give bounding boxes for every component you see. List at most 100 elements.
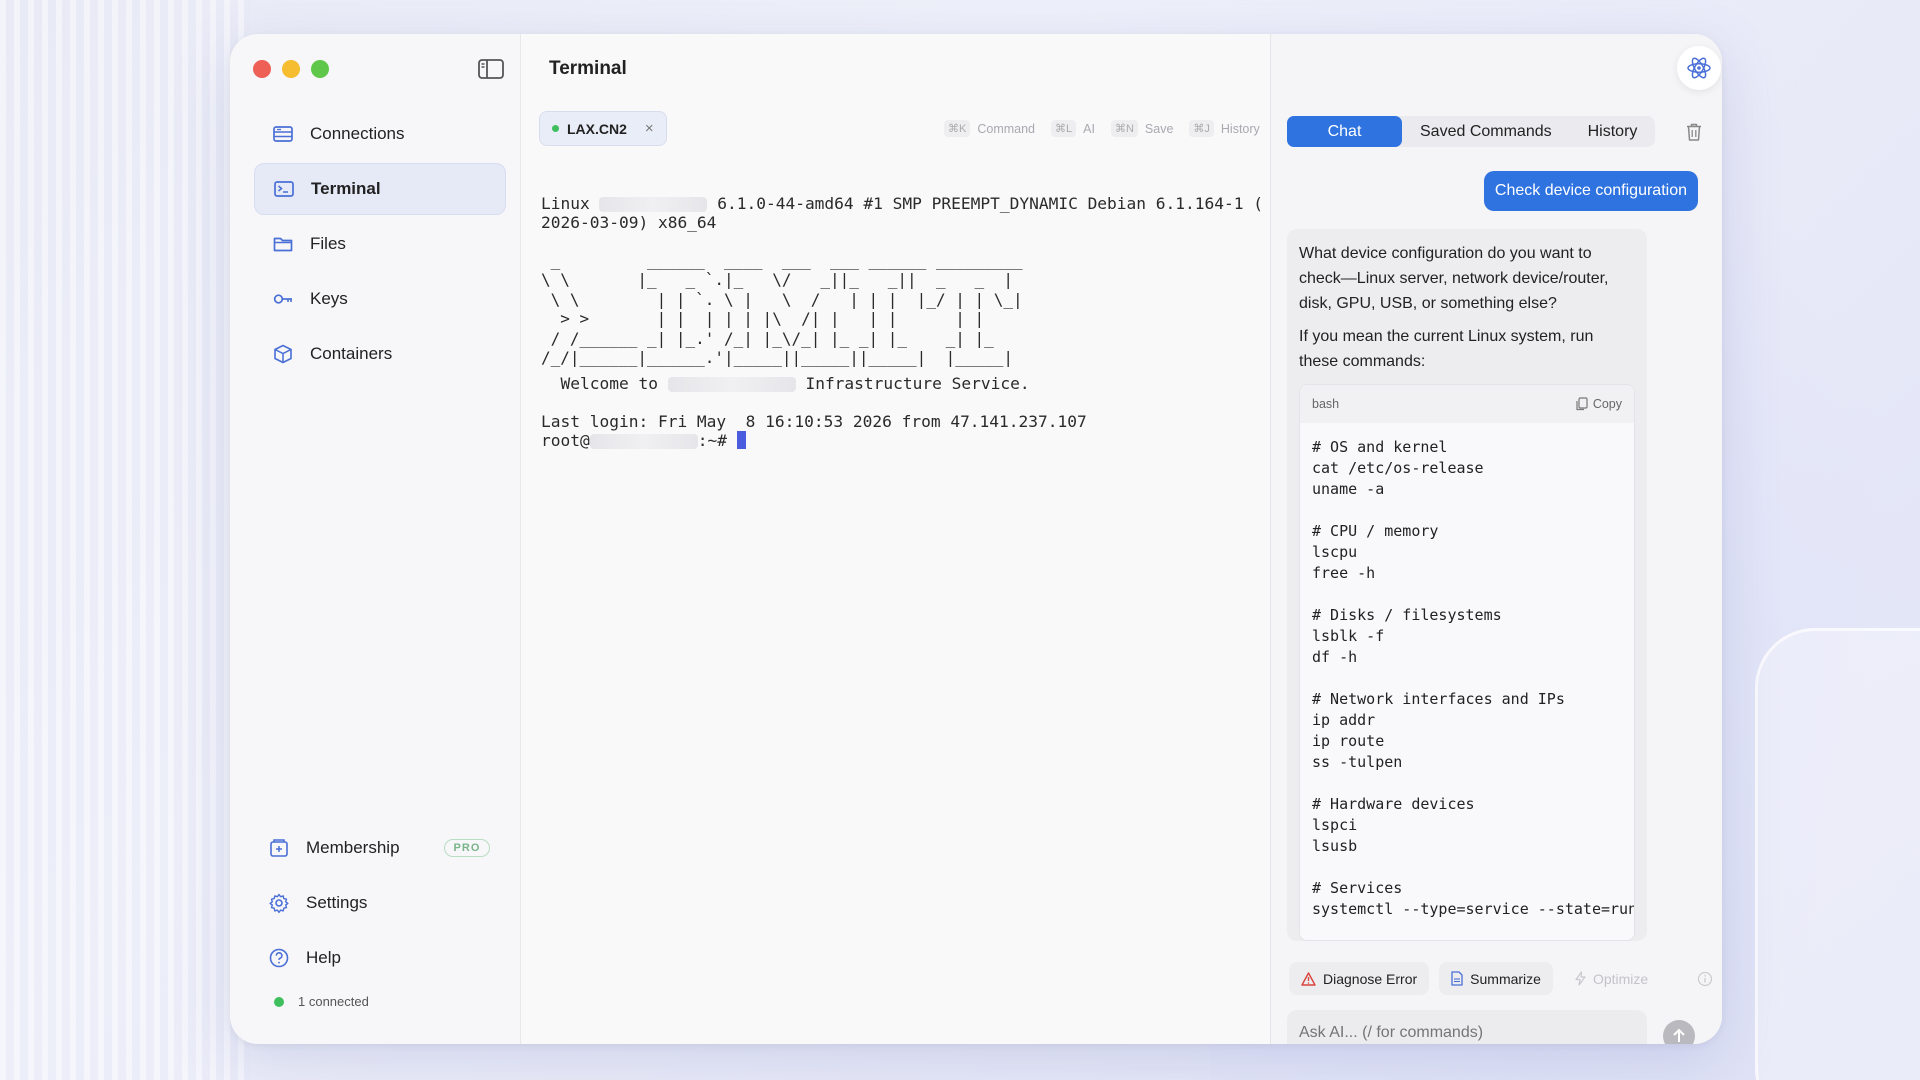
document-icon [1451, 971, 1463, 986]
session-tab-label: LAX.CN2 [567, 120, 627, 137]
sidebar-item-label: Files [310, 234, 346, 253]
sidebar-item-label: Terminal [311, 179, 381, 198]
assistant-message: What device configuration do you want to… [1287, 229, 1647, 941]
shortcut-key: ⌘N [1110, 120, 1138, 137]
sidebar-bottom-nav: Membership PRO Settings Help [268, 820, 508, 985]
connection-status: 1 connected [274, 994, 369, 1009]
sidebar-item-label: Keys [310, 289, 348, 308]
terminal-text: Welcome to [541, 374, 668, 394]
shortcut-ai[interactable]: ⌘L AI [1051, 120, 1095, 137]
user-message: Check device configuration [1483, 171, 1698, 211]
window-controls [253, 60, 329, 78]
page-title: Terminal [549, 58, 627, 79]
sidebar-item-containers[interactable]: Containers [254, 328, 506, 380]
shortcut-label: History [1220, 121, 1260, 136]
quick-actions: Diagnose Error Summarize Optimize [1289, 962, 1660, 995]
terminal-text: Infrastructure Service. [795, 374, 1030, 394]
server-icon [273, 126, 293, 142]
sidebar-item-label: Containers [310, 344, 393, 363]
copy-button[interactable]: Copy [1576, 392, 1622, 417]
terminal-text: 6.1.0-44-amd64 #1 SMP PREEMPT_DYNAMIC De… [707, 193, 1263, 213]
code-block: bash Copy # OS and kernel cat /etc/os-re… [1299, 384, 1635, 941]
sidebar: Connections Terminal Files Keys Containe… [230, 34, 521, 1044]
ai-assistant-button[interactable] [1677, 46, 1721, 90]
folder-icon [273, 237, 293, 252]
assistant-text: If you mean the current Linux system, ru… [1299, 328, 1594, 370]
close-tab-icon[interactable]: × [645, 120, 654, 137]
shortcut-key: ⌘L [1051, 120, 1077, 137]
atom-icon [1687, 57, 1711, 79]
connection-status-text: 1 connected [298, 994, 369, 1009]
zoom-window-button[interactable] [311, 60, 329, 78]
assistant-text: What device configuration do you want to… [1299, 245, 1609, 312]
code-header: bash Copy [1300, 385, 1634, 423]
lightning-icon [1575, 971, 1586, 986]
gear-icon [269, 893, 289, 913]
sidebar-item-keys[interactable]: Keys [254, 273, 506, 325]
tab-chat[interactable]: Chat [1287, 116, 1402, 147]
terminal-text: :~# [697, 431, 737, 451]
session-status-dot-icon [552, 125, 559, 132]
shortcut-hints: ⌘K Command ⌘L AI ⌘N Save ⌘J History [944, 120, 1260, 137]
online-dot-icon [274, 996, 284, 1007]
tab-saved-commands[interactable]: Saved Commands [1402, 116, 1570, 147]
membership-link[interactable]: Membership PRO [268, 820, 508, 875]
session-tab[interactable]: LAX.CN2 × [539, 111, 667, 146]
minimize-window-button[interactable] [282, 60, 300, 78]
close-window-button[interactable] [253, 60, 271, 78]
background-panel [1755, 628, 1920, 1080]
redacted-hostname [599, 196, 708, 212]
chat-scroll-area[interactable]: What device configuration do you want to… [1287, 229, 1707, 949]
sidebar-item-files[interactable]: Files [254, 218, 506, 270]
sidebar-item-label: Connections [310, 124, 405, 143]
sidebar-nav: Connections Terminal Files Keys Containe… [254, 108, 506, 383]
box-icon [274, 344, 292, 364]
action-label: Optimize [1592, 970, 1649, 987]
action-label: Diagnose Error [1323, 970, 1418, 987]
help-link[interactable]: Help [268, 930, 508, 985]
help-label: Help [306, 947, 341, 967]
terminal-text: Last login: Fri May 8 16:10:53 2026 from… [541, 411, 1087, 431]
redacted-hostname [589, 434, 698, 450]
shortcut-key: ⌘J [1189, 120, 1214, 137]
ask-ai-input[interactable] [1287, 1010, 1647, 1044]
sidebar-item-terminal[interactable]: Terminal [254, 163, 506, 215]
terminal-text: Linux [541, 193, 600, 213]
tab-history[interactable]: History [1570, 116, 1656, 147]
shortcut-label: AI [1083, 121, 1095, 136]
redacted-name [667, 377, 796, 393]
warning-icon [1301, 971, 1316, 986]
shortcut-label: Command [977, 121, 1036, 136]
diagnose-error-button[interactable]: Diagnose Error [1289, 962, 1430, 995]
shortcut-history[interactable]: ⌘J History [1189, 120, 1260, 137]
action-label: Summarize [1470, 970, 1541, 987]
settings-label: Settings [306, 892, 368, 912]
copy-label: Copy [1592, 396, 1622, 411]
pro-badge: PRO [443, 838, 491, 857]
shortcut-command[interactable]: ⌘K Command [944, 120, 1035, 137]
settings-link[interactable]: Settings [268, 875, 508, 930]
terminal-cursor [736, 431, 746, 450]
app-window: Connections Terminal Files Keys Containe… [230, 34, 1722, 1044]
info-icon[interactable] [1697, 971, 1713, 987]
send-button[interactable] [1663, 1020, 1695, 1044]
arrow-up-icon [1673, 1028, 1685, 1042]
background-glass [0, 0, 250, 1080]
terminal-icon [274, 181, 294, 197]
trash-icon[interactable] [1685, 122, 1703, 142]
help-icon [269, 948, 289, 967]
membership-label: Membership [306, 837, 400, 857]
membership-icon [270, 838, 288, 857]
code-language: bash [1312, 396, 1340, 411]
summarize-button[interactable]: Summarize [1439, 962, 1553, 995]
code-content: # OS and kernel cat /etc/os-release unam… [1312, 438, 1634, 918]
copy-icon [1576, 397, 1588, 411]
terminal-text: root@ [541, 431, 590, 451]
shortcut-key: ⌘K [944, 120, 971, 137]
ai-panel: Chat Saved Commands History Check device… [1270, 34, 1722, 1044]
sidebar-item-connections[interactable]: Connections [254, 108, 506, 160]
ai-tabs: Chat Saved Commands History [1287, 116, 1656, 147]
shortcut-save[interactable]: ⌘N Save [1110, 120, 1173, 137]
sidebar-toggle-icon[interactable] [478, 58, 504, 80]
optimize-button[interactable]: Optimize [1563, 962, 1660, 995]
